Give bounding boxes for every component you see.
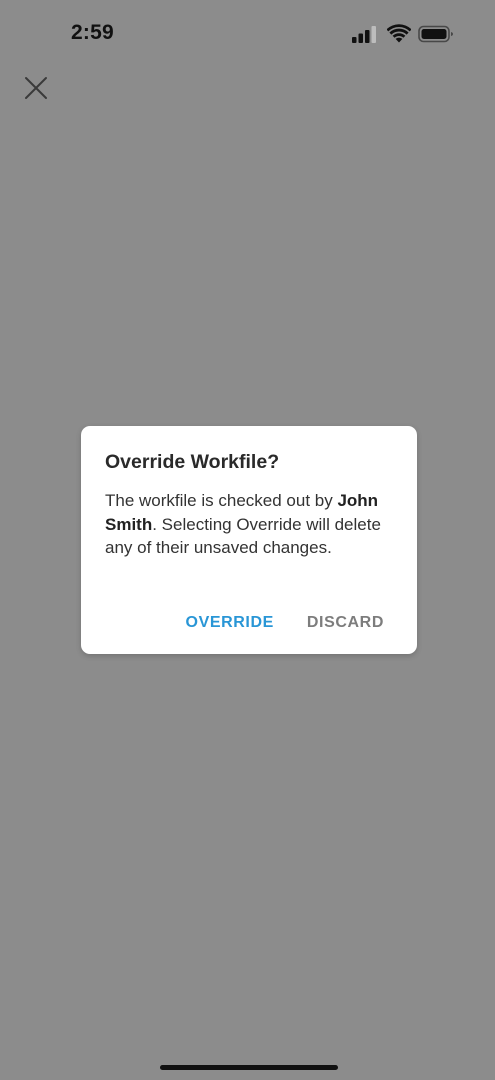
dialog-message: The workfile is checked out by John Smit… [105, 489, 401, 560]
cellular-signal-icon [352, 26, 376, 43]
discard-button[interactable]: DISCARD [307, 614, 384, 632]
dialog-title: Override Workfile? [105, 451, 280, 473]
close-icon [25, 77, 47, 99]
status-time: 2:59 [71, 21, 114, 44]
close-button[interactable] [22, 74, 50, 102]
battery-icon [418, 25, 453, 43]
override-workfile-dialog: Override Workfile? The workfile is check… [81, 426, 417, 654]
dialog-message-prefix: The workfile is checked out by [105, 491, 338, 510]
override-button[interactable]: OVERRIDE [186, 614, 274, 632]
wifi-icon [387, 24, 411, 43]
dialog-actions: OVERRIDE DISCARD [186, 614, 384, 632]
status-bar: 2:59 [0, 0, 495, 70]
home-indicator[interactable] [160, 1065, 338, 1070]
